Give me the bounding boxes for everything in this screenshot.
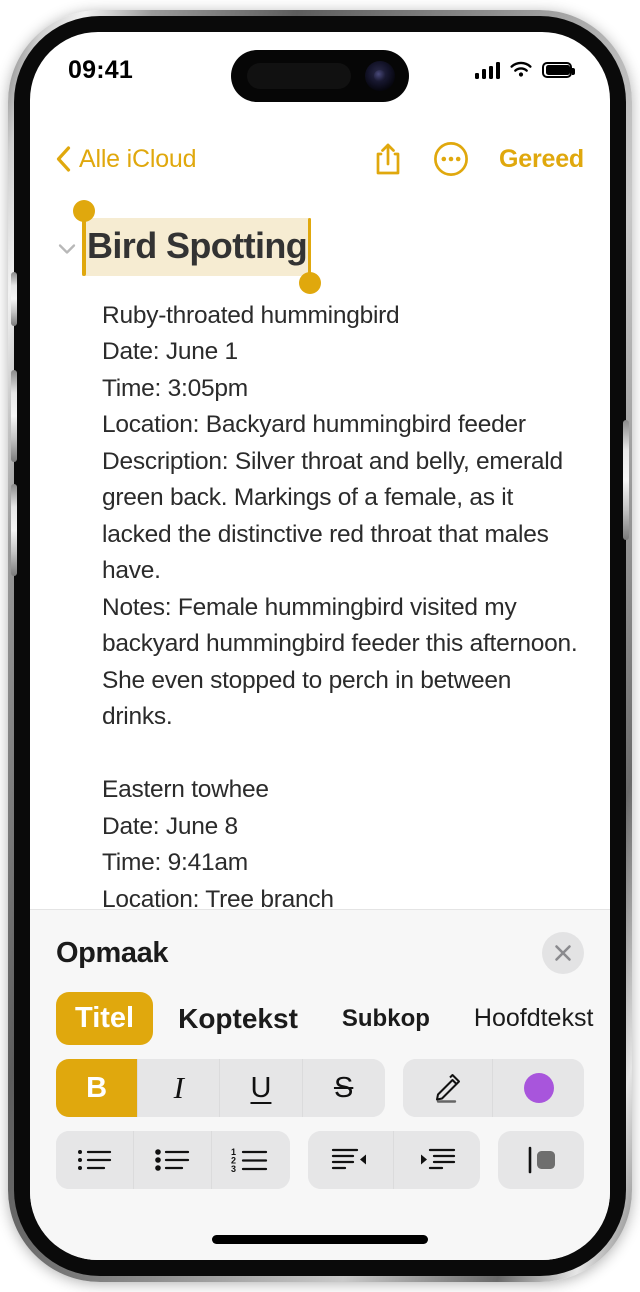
highlight-group: [402, 1059, 584, 1117]
note-content-area[interactable]: Bird Spotting Ruby-throated hummingbird …: [30, 190, 610, 910]
close-icon[interactable]: [542, 932, 584, 974]
bold-button[interactable]: B: [56, 1059, 139, 1117]
style-option-subheader[interactable]: Subkop: [323, 995, 449, 1043]
style-option-header[interactable]: Koptekst: [159, 993, 317, 1045]
chevron-down-icon[interactable]: [56, 238, 78, 260]
home-indicator: [212, 1235, 428, 1244]
underline-glyph: U: [250, 1071, 272, 1104]
front-camera: [365, 61, 395, 91]
close-glyph: [555, 945, 571, 961]
format-panel-header: Opmaak: [30, 910, 610, 974]
text-format-row: B I U S: [30, 1045, 610, 1117]
selection-caret-start: [82, 218, 86, 276]
format-panel-title: Opmaak: [56, 936, 169, 969]
note-body-text[interactable]: Ruby-throated hummingbird Date: June 1 T…: [30, 276, 610, 910]
volume-up-button[interactable]: [11, 370, 17, 462]
note-title-row: Bird Spotting: [30, 190, 610, 294]
chevron-left-icon: [56, 146, 71, 172]
paragraph-style-row: Titel Koptekst Subkop Hoofdtekst: [30, 974, 610, 1045]
earpiece-speaker: [247, 63, 351, 89]
status-time: 09:41: [68, 55, 133, 84]
style-option-title[interactable]: Titel: [56, 992, 154, 1045]
highlight-color-button[interactable]: [493, 1059, 584, 1117]
phone-screen: 09:41 Alle iCloud Gereed Bird Spotting R…: [30, 32, 610, 1260]
strikethrough-glyph: S: [333, 1071, 354, 1104]
indent-icon[interactable]: [393, 1131, 480, 1189]
pen-glyph: [435, 1074, 460, 1103]
selection-handle-start[interactable]: [72, 200, 95, 222]
outdent-glyph: [332, 1148, 367, 1170]
status-indicators: [474, 61, 575, 79]
svg-text:3: 3: [231, 1164, 236, 1174]
strikethrough-button[interactable]: S: [302, 1059, 385, 1117]
indent-group: [307, 1131, 480, 1189]
dashed-list-icon[interactable]: [56, 1131, 134, 1189]
dashed-list-glyph: [77, 1150, 111, 1170]
numbered-list-glyph: 1 2 3: [231, 1147, 268, 1174]
dynamic-island: [231, 50, 409, 102]
title-selection-wrap: Bird Spotting: [72, 200, 321, 294]
power-button[interactable]: [623, 420, 629, 540]
bulleted-list-icon[interactable]: [134, 1131, 212, 1189]
purple-color-swatch: [523, 1073, 554, 1103]
italic-glyph: I: [173, 1070, 184, 1105]
battery-full-icon: [542, 62, 575, 78]
bulleted-list-glyph: [154, 1149, 189, 1171]
done-button[interactable]: Gereed: [499, 145, 584, 174]
italic-button[interactable]: I: [138, 1059, 221, 1117]
more-circle-icon[interactable]: [433, 141, 469, 177]
cellular-bars-icon: [474, 61, 500, 79]
note-title[interactable]: Bird Spotting: [82, 218, 312, 276]
indent-glyph: [420, 1148, 456, 1170]
block-quote-icon[interactable]: [497, 1131, 584, 1189]
text-style-group: B I U S: [56, 1059, 385, 1117]
highlighter-pen-icon[interactable]: [402, 1059, 494, 1117]
outdent-icon[interactable]: [307, 1131, 394, 1189]
numbered-list-icon[interactable]: 1 2 3: [212, 1131, 290, 1189]
selection-caret-end: [307, 218, 312, 276]
phone-frame: 09:41 Alle iCloud Gereed Bird Spotting R…: [8, 10, 632, 1282]
block-quote-glyph: [528, 1146, 555, 1174]
underline-button[interactable]: U: [220, 1059, 303, 1117]
selection-handle-end[interactable]: [298, 271, 321, 294]
block-style-group: [497, 1131, 584, 1189]
style-option-body[interactable]: Hoofdtekst: [455, 994, 610, 1043]
list-and-indent-row: 1 2 3: [30, 1117, 610, 1189]
volume-down-button[interactable]: [11, 484, 17, 576]
format-panel: Opmaak Titel Koptekst Subkop Hoofdtekst …: [30, 909, 610, 1260]
navigation-bar: Alle iCloud Gereed: [30, 128, 610, 190]
back-button[interactable]: Alle iCloud: [56, 144, 197, 174]
wifi-icon: [510, 61, 532, 77]
share-icon[interactable]: [373, 141, 403, 177]
bold-glyph: B: [86, 1071, 108, 1104]
nav-actions: Gereed: [373, 141, 584, 177]
back-label: Alle iCloud: [79, 144, 197, 173]
list-group: 1 2 3: [56, 1131, 290, 1189]
action-button[interactable]: [11, 272, 17, 326]
